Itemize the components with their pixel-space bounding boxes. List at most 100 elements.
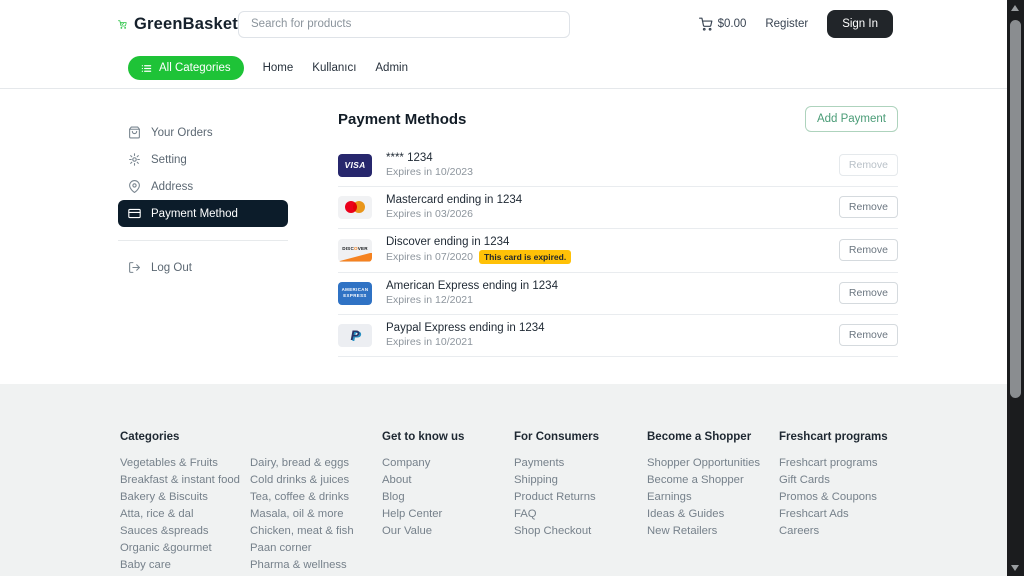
footer-link[interactable]: Earnings xyxy=(647,489,779,506)
footer-link[interactable]: Ideas & Guides xyxy=(647,506,779,523)
footer-heading: Freshcart programs xyxy=(779,431,929,445)
visa-card-icon: VISA xyxy=(338,154,372,177)
footer-link[interactable]: Our Value xyxy=(382,523,514,540)
footer-link[interactable]: Atta, rice & dal xyxy=(120,506,250,523)
payment-method-row-mastercard: Mastercard ending in 1234 Expires in 03/… xyxy=(338,187,898,229)
scrollbar-thumb[interactable] xyxy=(1010,20,1021,398)
amex-card-icon: AMERICAN EXPRESS xyxy=(338,282,372,305)
map-pin-icon xyxy=(128,180,141,193)
footer-link[interactable]: Pharma & wellness xyxy=(250,557,382,574)
sidebar-item-setting[interactable]: Setting xyxy=(118,146,288,173)
discover-wordmark: DISCOVER xyxy=(342,246,368,251)
footer-link[interactable]: Chicken, meat & fish xyxy=(250,523,382,540)
footer-link[interactable]: Sauces &spreads xyxy=(120,523,250,540)
footer-link[interactable]: Bakery & Biscuits xyxy=(120,489,250,506)
footer-link[interactable]: Careers xyxy=(779,523,929,540)
nav-link-user[interactable]: Kullanıcı xyxy=(312,62,356,74)
brand-name: GreenBasket xyxy=(134,15,238,34)
page-scrollbar[interactable] xyxy=(1007,0,1024,576)
remove-button[interactable]: Remove xyxy=(839,282,898,304)
gear-icon xyxy=(128,153,141,166)
card-expiry: Expires in 10/2023 xyxy=(386,166,473,178)
nav-link-admin[interactable]: Admin xyxy=(375,62,408,74)
footer-link[interactable]: FAQ xyxy=(514,506,647,523)
footer-col-get-to-know-us: Get to know us Company About Blog Help C… xyxy=(382,431,514,576)
footer-link[interactable]: Shop Checkout xyxy=(514,523,647,540)
sidebar-item-label: Setting xyxy=(151,154,187,166)
card-expiry: Expires in 10/2021 xyxy=(386,336,473,348)
sidebar-item-payment-method[interactable]: Payment Method xyxy=(118,200,288,227)
footer-link[interactable]: Paan corner xyxy=(250,540,382,557)
register-link[interactable]: Register xyxy=(765,18,808,30)
footer-link[interactable]: Baby care xyxy=(120,557,250,574)
scrollbar-down-arrow-icon[interactable] xyxy=(1011,565,1019,571)
page-title: Payment Methods xyxy=(338,111,466,128)
paypal-card-icon: P xyxy=(338,324,372,347)
credit-card-icon xyxy=(128,207,141,220)
payment-method-row-visa: VISA **** 1234 Expires in 10/2023 Remove xyxy=(338,145,898,187)
cart-icon xyxy=(699,17,713,31)
footer-heading: For Consumers xyxy=(514,431,647,445)
footer-link[interactable]: Company xyxy=(382,455,514,472)
footer-link[interactable]: Promos & Coupons xyxy=(779,489,929,506)
footer-link[interactable]: Payments xyxy=(514,455,647,472)
search-input[interactable] xyxy=(238,11,570,38)
footer-heading: Become a Shopper xyxy=(647,431,779,445)
footer-link[interactable]: Cold drinks & juices xyxy=(250,472,382,489)
footer-col-categories-2: Dairy, bread & eggs Cold drinks & juices… xyxy=(250,431,382,576)
footer-link[interactable]: Masala, oil & more xyxy=(250,506,382,523)
footer-link[interactable]: New Retailers xyxy=(647,523,779,540)
footer-heading: Get to know us xyxy=(382,431,514,445)
card-number: **** 1234 xyxy=(386,152,473,164)
payment-methods-panel: Payment Methods Add Payment VISA **** 12… xyxy=(338,89,898,384)
remove-button[interactable]: Remove xyxy=(839,196,898,218)
footer-link[interactable]: Breakfast & instant food xyxy=(120,472,250,489)
cart-total[interactable]: $0.00 xyxy=(699,17,747,31)
footer-link[interactable]: Shopper Opportunities xyxy=(647,455,779,472)
list-icon xyxy=(141,63,152,74)
log-out-icon xyxy=(128,261,141,274)
all-categories-label: All Categories xyxy=(159,62,231,74)
footer-link[interactable]: Dairy, bread & eggs xyxy=(250,455,382,472)
scrollbar-up-arrow-icon[interactable] xyxy=(1011,5,1019,11)
sidebar-item-log-out[interactable]: Log Out xyxy=(118,254,288,281)
footer-link[interactable]: Tea, coffee & drinks xyxy=(250,489,382,506)
account-page: Your Orders Setting Address Payment xyxy=(118,89,1024,384)
add-payment-button[interactable]: Add Payment xyxy=(805,106,898,132)
footer-link[interactable]: Shipping xyxy=(514,472,647,489)
footer-link[interactable]: Product Returns xyxy=(514,489,647,506)
cart-logo-icon xyxy=(118,13,127,36)
footer-link[interactable]: About xyxy=(382,472,514,489)
remove-button[interactable]: Remove xyxy=(839,239,898,261)
footer-link[interactable]: Vegetables & Fruits xyxy=(120,455,250,472)
footer-heading: Categories xyxy=(120,431,250,445)
footer-link[interactable]: Freshcart programs xyxy=(779,455,929,472)
sidebar-item-label: Your Orders xyxy=(151,127,213,139)
footer-link[interactable]: Organic &gourmet xyxy=(120,540,250,557)
footer-col-categories-1: Categories Vegetables & Fruits Breakfast… xyxy=(120,431,250,576)
all-categories-button[interactable]: All Categories xyxy=(128,56,244,80)
sidebar-item-address[interactable]: Address xyxy=(118,173,288,200)
footer-link[interactable]: Gift Cards xyxy=(779,472,929,489)
footer-link[interactable]: Blog xyxy=(382,489,514,506)
footer-col-for-consumers: For Consumers Payments Shipping Product … xyxy=(514,431,647,576)
footer-link[interactable]: Become a Shopper xyxy=(647,472,779,489)
remove-button[interactable]: Remove xyxy=(839,324,898,346)
card-expiry: Expires in 03/2026 xyxy=(386,208,473,220)
footer-link[interactable]: Freshcart Ads xyxy=(779,506,929,523)
sidebar-item-label: Payment Method xyxy=(151,208,238,220)
remove-button[interactable]: Remove xyxy=(839,154,898,176)
footer-col-freshcart-programs: Freshcart programs Freshcart programs Gi… xyxy=(779,431,929,576)
brand-logo[interactable]: GreenBasket xyxy=(118,13,238,36)
category-nav: All Categories Home Kullanıcı Admin xyxy=(0,48,1024,89)
footer-link[interactable]: Help Center xyxy=(382,506,514,523)
payment-method-list: VISA **** 1234 Expires in 10/2023 Remove… xyxy=(338,145,898,357)
card-number: Mastercard ending in 1234 xyxy=(386,194,522,206)
sign-in-button[interactable]: Sign In xyxy=(827,10,893,38)
footer-heading-spacer xyxy=(250,431,382,445)
header-actions: $0.00 Register Sign In xyxy=(699,10,893,38)
payment-method-row-discover: DISCOVER Discover ending in 1234 Expires… xyxy=(338,229,898,273)
nav-link-home[interactable]: Home xyxy=(263,62,294,74)
card-expiry: Expires in 07/2020 xyxy=(386,251,473,263)
sidebar-item-your-orders[interactable]: Your Orders xyxy=(118,119,288,146)
